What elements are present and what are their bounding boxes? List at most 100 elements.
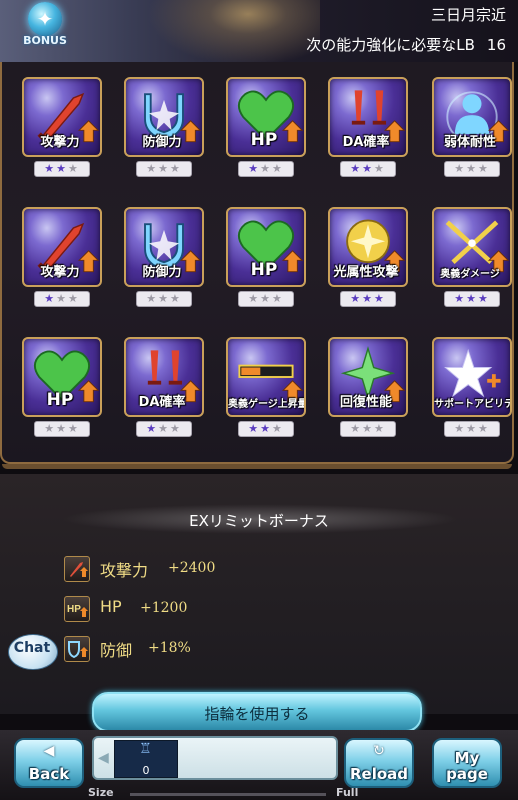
reload-button[interactable]: ↻ Reload [344, 738, 414, 788]
skill-label: DA確率 [138, 395, 186, 410]
star-empty-icon: ★ [454, 162, 467, 175]
double-sword-icon: DA確率 [124, 337, 204, 417]
star-filled-icon: ★ [350, 292, 363, 305]
star-rating: ★★★ [136, 161, 192, 177]
star-empty-icon: ★ [350, 422, 363, 435]
bottom-navigation: ◀ Back ◀ ♖ 0 ↻ Reload My page Size Full [0, 730, 518, 800]
attack-up-icon [64, 556, 90, 582]
skill-label: HP [46, 390, 74, 410]
star-empty-icon: ★ [260, 162, 272, 175]
star-empty-icon: ★ [67, 292, 80, 305]
skill-label: 光属性攻撃 [333, 265, 399, 280]
star-empty-icon: ★ [477, 162, 490, 175]
lb-requirement: 次の能力強化に必要なLB 16 [306, 34, 506, 55]
star-empty-icon: ★ [271, 292, 284, 305]
ex-bonus-value: +2400 [168, 560, 216, 576]
star-empty-icon: ★ [146, 292, 159, 305]
character-name: 三日月宗近 [430, 6, 506, 24]
limit-bonus-cell[interactable]: DA確率 ★★★ [122, 337, 208, 447]
star-empty-icon: ★ [158, 292, 170, 305]
limit-bonus-cell[interactable]: 弱体耐性 ★★★ [430, 77, 516, 187]
skill-label: 奥義ゲージ上昇量 [228, 399, 306, 410]
star-rating: ★★★ [444, 161, 500, 177]
mypage-button[interactable]: My page [432, 738, 502, 788]
star-empty-icon: ★ [454, 422, 467, 435]
star-rating: ★★★ [136, 421, 192, 437]
light-orb-icon: 光属性攻撃 [328, 207, 408, 287]
size-slider-track[interactable] [130, 793, 326, 796]
star-empty-icon: ★ [466, 162, 478, 175]
star-empty-icon: ★ [56, 292, 68, 305]
size-label: Size [88, 786, 114, 799]
limit-bonus-cell[interactable]: 防御力 ★★★ [122, 207, 208, 317]
heart-icon: HP [226, 77, 306, 157]
skill-label: 防御力 [142, 265, 182, 280]
mypage-label-line2: page [446, 765, 488, 783]
skill-label: HP [250, 130, 278, 150]
star-filled-icon: ★ [350, 162, 363, 175]
full-label: Full [336, 786, 359, 799]
star-filled-icon: ★ [373, 292, 386, 305]
svg-text:HP: HP [67, 604, 81, 615]
star-rating: ★★★ [444, 421, 500, 437]
star-filled-icon: ★ [44, 292, 57, 305]
shield-icon: 防御力 [124, 77, 204, 157]
star-filled-icon: ★ [260, 422, 272, 435]
quick-slot[interactable]: ♖ 0 [114, 740, 178, 778]
star-empty-icon: ★ [67, 162, 80, 175]
star-rating: ★★★ [340, 161, 396, 177]
limit-bonus-cell[interactable]: 奥義ダメージ ★★★ [430, 207, 516, 317]
star-empty-icon: ★ [158, 162, 170, 175]
limit-bonus-cell[interactable]: サポートアビリティ★★★ [430, 337, 516, 447]
limit-bonus-cell[interactable]: 奥義ゲージ上昇量 ★★★ [224, 337, 310, 447]
skill-label: HP [250, 260, 278, 280]
skill-label: 奥義ダメージ [440, 269, 500, 280]
skill-label: 攻撃力 [40, 135, 80, 150]
limit-bonus-cell[interactable]: HP ★★★ [224, 77, 310, 187]
star-empty-icon: ★ [248, 292, 261, 305]
star-empty-icon: ★ [271, 162, 284, 175]
star-empty-icon: ★ [477, 422, 490, 435]
limit-bonus-cell[interactable]: 攻撃力 ★★★ [20, 77, 106, 187]
star-filled-icon: ★ [44, 162, 57, 175]
limit-bonus-cell[interactable]: HP ★★★ [20, 337, 106, 447]
skill-label: 防御力 [142, 135, 182, 150]
use-ring-label: 指輪を使用する [204, 705, 310, 723]
star-empty-icon: ★ [44, 422, 57, 435]
back-button[interactable]: ◀ Back [14, 738, 84, 788]
star-empty-icon: ★ [271, 422, 284, 435]
bonus-sparkle-icon: ✦ [28, 2, 62, 36]
chat-button[interactable]: Chat [8, 632, 58, 672]
gauge-icon: 奥義ゲージ上昇量 [226, 337, 306, 417]
size-slider[interactable]: Size Full [0, 786, 518, 800]
lb-prompt: 次の能力強化に必要なLB [306, 36, 475, 54]
character-header: ✦ BONUS 三日月宗近 次の能力強化に必要なLB 16 [0, 0, 518, 62]
use-ring-button[interactable]: 指輪を使用する [92, 692, 422, 732]
limit-bonus-cell[interactable]: DA確率 ★★★ [326, 77, 412, 187]
heart-icon: HP [226, 207, 306, 287]
limit-bonus-cell[interactable]: HP ★★★ [224, 207, 310, 317]
limit-bonus-cell[interactable]: 回復性能 ★★★ [326, 337, 412, 447]
star-rating: ★★★ [34, 291, 90, 307]
limit-bonus-panel: 攻撃力 ★★★ 防御力 ★★★ HP ★★★ DA確率 ★★★ 弱体耐性 ★★★ 攻撃力 ★★★ 防御力… [0, 62, 516, 469]
back-arrow-icon: ◀ [43, 743, 55, 759]
ex-limit-bonus-title: EXリミットボーナス [189, 512, 329, 530]
character-portrait-art [140, 0, 320, 62]
star-filled-icon: ★ [454, 292, 467, 305]
star-rating: ★★★ [340, 291, 396, 307]
reload-icon: ↻ [373, 743, 385, 759]
limit-bonus-cell[interactable]: 防御力 ★★★ [122, 77, 208, 187]
star-filled-icon: ★ [477, 292, 490, 305]
limit-bonus-cell[interactable]: 攻撃力 ★★★ [20, 207, 106, 317]
star-filled-icon: ★ [248, 162, 261, 175]
ex-limit-bonus-section: EXリミットボーナス 攻撃力 +2400 HP HP +1200 防御 +18% [0, 474, 518, 714]
quick-slot-tray[interactable]: ◀ ♖ 0 [92, 736, 338, 780]
skill-row: HP★★★DA確率★★★奥義ゲージ上昇量★★★回復性能★★★サポートアビリティ★… [2, 337, 512, 467]
bonus-button[interactable]: ✦ BONUS [18, 2, 72, 52]
slot-scroll-left-icon[interactable]: ◀ [98, 750, 109, 766]
star-empty-icon: ★ [373, 162, 386, 175]
star-filled-icon: ★ [362, 292, 374, 305]
limit-bonus-cell[interactable]: 光属性攻撃 ★★★ [326, 207, 412, 317]
shield-icon: 防御力 [124, 207, 204, 287]
star-rating: ★★★ [136, 291, 192, 307]
